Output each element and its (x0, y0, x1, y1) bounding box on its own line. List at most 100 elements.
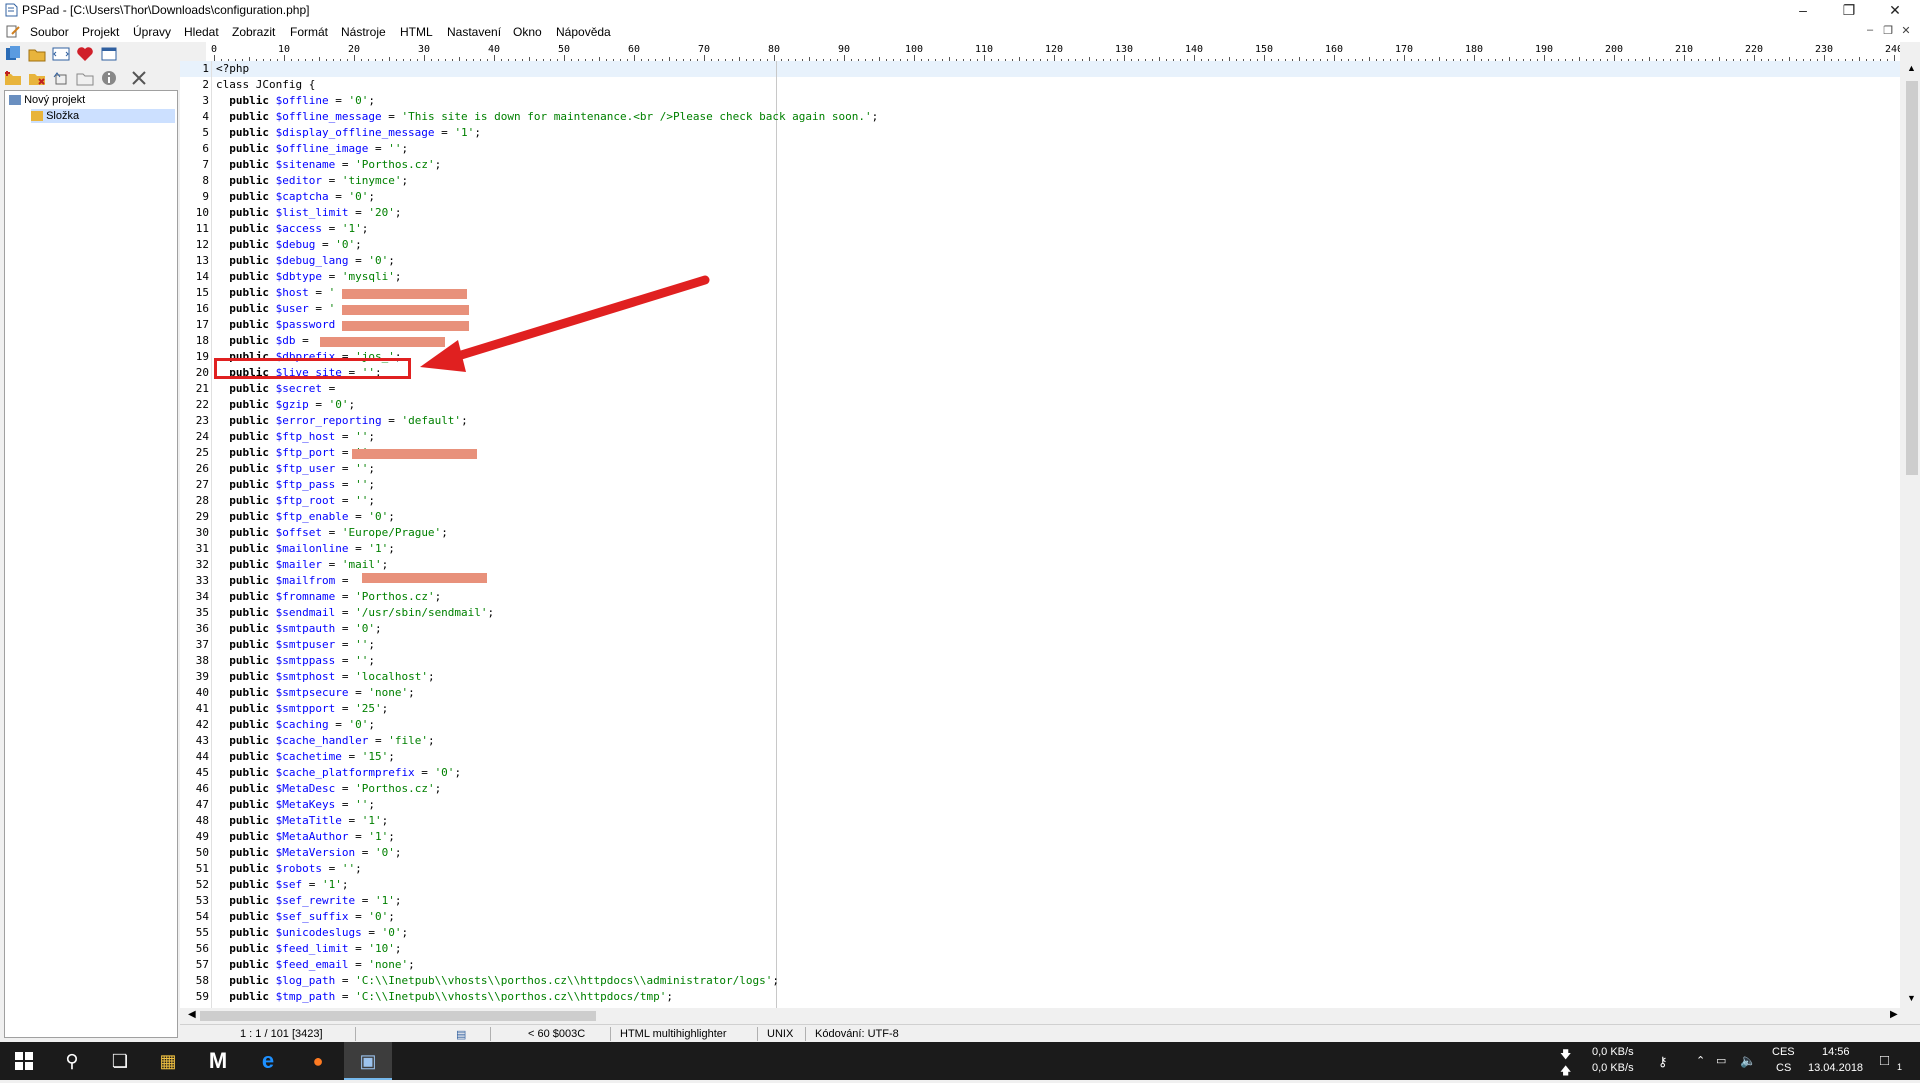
code-line[interactable]: public $sef = '1'; (216, 877, 348, 893)
mdi-minimize-button[interactable]: – (1862, 24, 1878, 40)
menu-projekt[interactable]: Projekt (82, 25, 119, 39)
code-line[interactable]: public $smtppass = ''; (216, 653, 375, 669)
menu-html[interactable]: HTML (400, 25, 433, 39)
remove-folder-icon[interactable] (28, 69, 46, 87)
code-line[interactable]: public $MetaTitle = '1'; (216, 813, 388, 829)
code-line[interactable]: public $db = (216, 333, 315, 349)
volume-icon[interactable]: 🔈 (1740, 1053, 1756, 1069)
code-line[interactable]: public $smtpport = '25'; (216, 701, 388, 717)
edge-browser-icon[interactable]: e (244, 1042, 292, 1080)
firefox-icon[interactable]: ● (294, 1042, 342, 1080)
file-explorer-icon[interactable]: ▦ (144, 1042, 192, 1080)
code-line[interactable]: public $ftp_host = ''; (216, 429, 375, 445)
info-icon[interactable] (100, 69, 118, 87)
code-line[interactable]: public $editor = 'tinymce'; (216, 173, 408, 189)
code-line[interactable]: public $offset = 'Europe/Prague'; (216, 525, 448, 541)
line-ending[interactable]: UNIX (767, 1028, 793, 1040)
restore-button[interactable]: ❐ (1826, 0, 1872, 22)
code-line[interactable]: public $sef_suffix = '0'; (216, 909, 395, 925)
windows-start-icon[interactable] (0, 1042, 48, 1080)
code-line[interactable]: public $smtpuser = ''; (216, 637, 375, 653)
code-line[interactable]: public $display_offline_message = '1'; (216, 125, 481, 141)
scroll-left-icon[interactable]: ◀ (188, 1009, 196, 1020)
code-line[interactable]: public $caching = '0'; (216, 717, 375, 733)
m-app-icon[interactable]: M (194, 1042, 242, 1080)
clock-time[interactable]: 14:56 (1822, 1046, 1850, 1058)
code-line[interactable]: public $debug_lang = '0'; (216, 253, 395, 269)
menu-hledat[interactable]: Hledat (184, 25, 219, 39)
vertical-scroll-thumb[interactable] (1906, 81, 1918, 475)
notification-icon[interactable]: □ (1880, 1052, 1889, 1069)
task-view-icon[interactable]: ❏ (96, 1042, 144, 1080)
code-line[interactable]: public $log_path = 'C:\\Inetpub\\vhosts\… (216, 973, 779, 989)
code-line[interactable]: public $ftp_pass = ''; (216, 477, 375, 493)
code-line[interactable]: <?php (216, 61, 249, 77)
code-line[interactable]: public $host = ' (216, 285, 335, 301)
code-line[interactable]: public $smtpauth = '0'; (216, 621, 381, 637)
menu-soubor[interactable]: Soubor (30, 25, 69, 39)
undo-folder-icon[interactable] (52, 69, 70, 87)
tree-root[interactable]: Nový projekt (9, 93, 85, 107)
encoding[interactable]: Kódování: UTF-8 (815, 1028, 899, 1040)
code-line[interactable]: public $fromname = 'Porthos.cz'; (216, 589, 441, 605)
menu-format[interactable]: Formát (290, 25, 328, 39)
input-language-2[interactable]: CS (1776, 1062, 1791, 1074)
menu-nastaveni[interactable]: Nastavení (447, 25, 501, 39)
window-icon[interactable] (100, 45, 118, 63)
code-line[interactable]: public $debug = '0'; (216, 237, 362, 253)
code-line[interactable]: public $dbtype = 'mysqli'; (216, 269, 401, 285)
code-line[interactable]: public $MetaAuthor = '1'; (216, 829, 395, 845)
code-line[interactable]: public $offline_message = 'This site is … (216, 109, 878, 125)
people-icon[interactable]: ⚷ (1658, 1054, 1668, 1070)
menu-zobrazit[interactable]: Zobrazit (232, 25, 275, 39)
code-line[interactable]: public $captcha = '0'; (216, 189, 375, 205)
code-line[interactable]: public $sef_rewrite = '1'; (216, 893, 401, 909)
code-line[interactable]: public $unicodeslugs = '0'; (216, 925, 408, 941)
scroll-right-icon[interactable]: ▶ (1890, 1009, 1898, 1020)
code-line[interactable]: public $sitename = 'Porthos.cz'; (216, 157, 441, 173)
clock-date[interactable]: 13.04.2018 (1808, 1062, 1863, 1074)
code-line[interactable]: public $smtphost = 'localhost'; (216, 669, 434, 685)
code-line[interactable]: public $access = '1'; (216, 221, 368, 237)
code-line[interactable]: public $cache_handler = 'file'; (216, 733, 434, 749)
favorites-heart-icon[interactable] (76, 45, 94, 63)
code-line[interactable]: public $user = ' (216, 301, 335, 317)
scroll-up-icon[interactable]: ▲ (1907, 63, 1916, 73)
html-tags-icon[interactable] (52, 45, 70, 63)
add-folder-icon[interactable] (4, 69, 22, 87)
code-line[interactable]: class JConfig { (216, 77, 315, 93)
close-button[interactable]: ✕ (1872, 0, 1918, 22)
network-icon[interactable]: ▭ (1716, 1054, 1726, 1067)
code-editor[interactable]: 1 <?php 2 class JConfig {3 public $offline … (180, 61, 1900, 1008)
mdi-restore-button[interactable]: ❐ (1880, 24, 1896, 40)
documents-icon[interactable] (4, 45, 22, 63)
code-line[interactable]: public $MetaKeys = ''; (216, 797, 375, 813)
horizontal-scroll-thumb[interactable] (200, 1011, 596, 1021)
code-line[interactable]: public $mailer = 'mail'; (216, 557, 388, 573)
tools-icon[interactable] (130, 69, 148, 87)
horizontal-scrollbar[interactable]: ◀ ▶ (186, 1008, 1904, 1024)
tree-folder[interactable]: Složka (31, 109, 175, 123)
search-icon[interactable]: ⚲ (48, 1042, 96, 1080)
input-language-1[interactable]: CES (1772, 1046, 1795, 1058)
code-line[interactable]: public $gzip = '0'; (216, 397, 355, 413)
code-line[interactable]: public $ftp_enable = '0'; (216, 509, 395, 525)
code-line[interactable]: public $smtpsecure = 'none'; (216, 685, 414, 701)
minimize-button[interactable]: – (1780, 0, 1826, 22)
vertical-scrollbar[interactable]: ▲ ▼ (1904, 61, 1920, 1008)
code-line[interactable]: public $ftp_user = ''; (216, 461, 375, 477)
highlighter-name[interactable]: HTML multihighlighter (620, 1028, 727, 1040)
pspad-taskbar-icon[interactable]: ▣ (344, 1042, 392, 1080)
mdi-close-button[interactable]: ✕ (1898, 24, 1914, 40)
code-line[interactable]: public $MetaVersion = '0'; (216, 845, 401, 861)
code-line[interactable]: public $list_limit = '20'; (216, 205, 401, 221)
code-line[interactable]: public $cache_platformprefix = '0'; (216, 765, 461, 781)
tray-chevron-icon[interactable]: ⌃ (1696, 1054, 1705, 1067)
code-line[interactable]: public $sendmail = '/usr/sbin/sendmail'; (216, 605, 494, 621)
code-line[interactable]: public $ftp_root = ''; (216, 493, 375, 509)
menu-napoveda[interactable]: Nápověda (556, 25, 611, 39)
code-line[interactable]: public $password (216, 317, 335, 333)
code-line[interactable]: public $tmp_path = 'C:\\Inetpub\\vhosts\… (216, 989, 673, 1005)
code-line[interactable]: public $robots = ''; (216, 861, 361, 877)
folder-outline-icon[interactable] (76, 69, 94, 87)
